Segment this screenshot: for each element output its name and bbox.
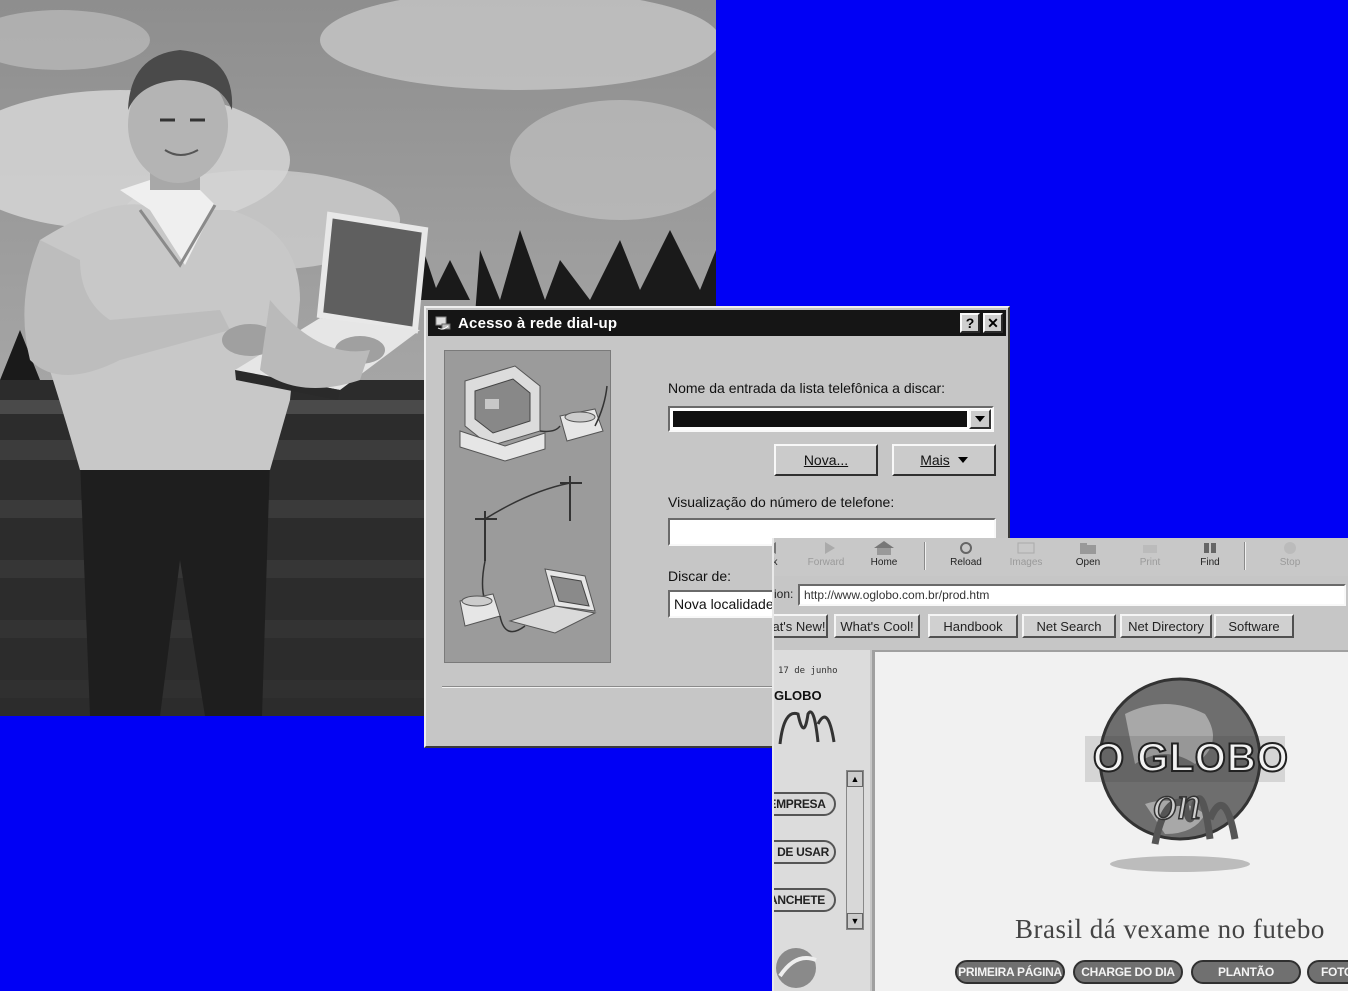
charge-do-dia-button[interactable]: CHARGE DO DIA xyxy=(1073,960,1183,984)
back-icon xyxy=(774,542,776,554)
toolbar-reload-label: Reload xyxy=(950,557,982,568)
whats-cool-button[interactable]: What's Cool! xyxy=(834,614,920,638)
toolbar-images-label: Images xyxy=(1009,557,1043,568)
entry-value xyxy=(673,411,967,427)
headline[interactable]: Brasil dá vexame no futebo xyxy=(1015,914,1325,945)
phone-preview-label: Visualização do número de telefone: xyxy=(668,494,895,510)
toolbar-reload-button[interactable]: Reload xyxy=(942,538,990,574)
dialup-network-icon xyxy=(435,316,451,330)
entry-label: Nome da entrada da lista telefônica a di… xyxy=(668,380,946,396)
toolbar-separator xyxy=(1244,542,1246,570)
toolbar-images-button[interactable]: Images xyxy=(1002,538,1050,574)
main-frame: O GLOBO on Brasil dá vexame no futebo PR… xyxy=(872,650,1348,991)
toolbar-back-button[interactable]: k xyxy=(772,538,790,574)
dialog-titlebar[interactable]: Acesso à rede dial-up ? ✕ xyxy=(428,310,1006,336)
dial-from-label: Discar de: xyxy=(668,568,732,584)
url-input[interactable]: http://www.oglobo.com.br/prod.htm xyxy=(798,584,1346,606)
chevron-down-icon[interactable] xyxy=(969,409,991,429)
close-button[interactable]: ✕ xyxy=(983,313,1003,333)
toolbar-separator xyxy=(924,542,926,570)
browser-toolbar: k Forward Home Reload Images Open Print xyxy=(774,538,1348,576)
software-button[interactable]: Software xyxy=(1214,614,1294,638)
stop-icon xyxy=(1284,542,1296,554)
toolbar-forward-label: Forward xyxy=(807,557,845,568)
toolbar-find-button[interactable]: Find xyxy=(1186,538,1234,574)
net-search-button[interactable]: Net Search xyxy=(1022,614,1116,638)
toolbar-stop-button[interactable]: Stop xyxy=(1266,538,1314,574)
toolbar-print-button[interactable]: Print xyxy=(1126,538,1174,574)
print-icon xyxy=(1143,545,1157,553)
toolbar-print-label: Print xyxy=(1139,557,1161,568)
left-frame-date: 17 de junho xyxy=(778,666,838,676)
dial-from-field[interactable]: Nova localidade xyxy=(668,590,788,618)
toolbar-home-label: Home xyxy=(870,557,898,568)
net-directory-button[interactable]: Net Directory xyxy=(1120,614,1212,638)
toolbar-find-label: Find xyxy=(1200,557,1220,568)
open-icon xyxy=(1080,543,1096,554)
dialup-illustration xyxy=(444,350,611,663)
plantao-button[interactable]: PLANTÃO xyxy=(1191,960,1301,984)
entry-combobox[interactable] xyxy=(668,406,994,432)
more-button-label: Mais xyxy=(920,452,950,468)
location-row: ion: http://www.oglobo.com.br/prod.htm xyxy=(774,582,1348,608)
toolbar-open-label: Open xyxy=(1075,557,1101,568)
primeira-pagina-button[interactable]: PRIMEIRA PÁGINA xyxy=(955,960,1065,984)
reload-icon xyxy=(960,542,972,554)
dialog-title: Acesso à rede dial-up xyxy=(458,314,618,332)
location-label: ion: xyxy=(774,587,794,601)
foto-button[interactable]: FOTO xyxy=(1307,960,1348,984)
new-button-label: Nova... xyxy=(803,452,849,468)
whats-new-button[interactable]: at's New! xyxy=(774,614,828,638)
more-button[interactable]: Mais xyxy=(892,444,996,476)
browser-window: k Forward Home Reload Images Open Print xyxy=(772,538,1348,991)
find-icon xyxy=(1204,543,1216,553)
images-icon xyxy=(1017,542,1035,554)
toolbar-home-button[interactable]: Home xyxy=(860,538,908,574)
new-button[interactable]: Nova... xyxy=(774,444,878,476)
oglobo-logo-text: O GLOBO xyxy=(1092,735,1289,781)
dropdown-arrow-icon xyxy=(957,457,968,463)
oglobo-logo-script: on xyxy=(1152,776,1202,831)
toolbar-stop-label: Stop xyxy=(1279,557,1301,568)
left-frame-logo: GLOBO xyxy=(774,684,836,754)
nav-manchete-button[interactable]: ANCHETE xyxy=(774,888,836,912)
scroll-down-icon[interactable]: ▼ xyxy=(847,913,863,929)
netscape-logo-icon xyxy=(776,948,817,988)
left-frame: 17 de junho GLOBO EMPRESA O DE USAR ANCH… xyxy=(774,650,870,991)
home-icon xyxy=(874,541,894,555)
nav-empresa-button[interactable]: EMPRESA xyxy=(774,792,836,816)
nav-como-usar-button[interactable]: O DE USAR xyxy=(774,840,836,864)
directory-buttons-row: at's New! What's Cool! Handbook Net Sear… xyxy=(774,612,1348,640)
computer-phone-connection-icon xyxy=(459,365,608,634)
forward-icon xyxy=(825,542,835,554)
globo-online-script-icon xyxy=(778,710,836,745)
toolbar-open-button[interactable]: Open xyxy=(1064,538,1112,574)
handbook-button[interactable]: Handbook xyxy=(928,614,1018,638)
scroll-up-icon[interactable]: ▲ xyxy=(847,771,863,787)
toolbar-forward-button[interactable]: Forward xyxy=(802,538,850,574)
left-frame-scrollbar[interactable]: ▲ ▼ xyxy=(846,770,864,930)
toolbar-back-label: k xyxy=(772,557,778,568)
help-button[interactable]: ? xyxy=(960,313,980,333)
